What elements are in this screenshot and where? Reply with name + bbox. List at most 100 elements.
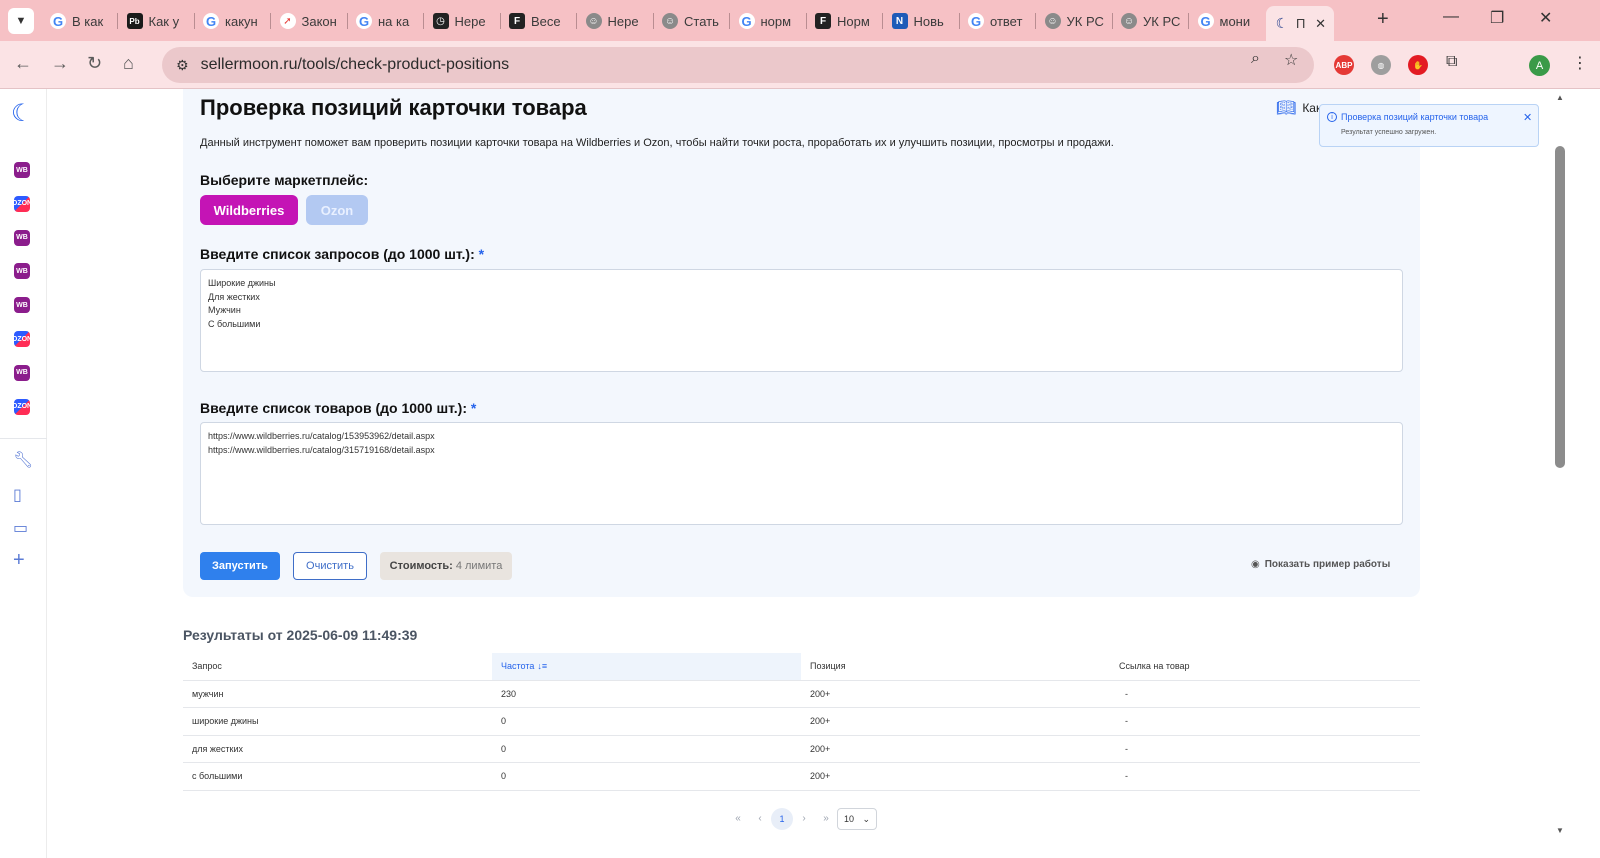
browser-tab[interactable]: ☺ Стать xyxy=(654,6,728,36)
moon-icon: ☾ xyxy=(1275,15,1289,31)
tab-active[interactable]: ☾ П ✕ xyxy=(1266,6,1334,41)
last-page-icon[interactable]: » xyxy=(815,813,837,824)
products-label: Введите список товаров (до 1000 шт.): * xyxy=(200,400,476,416)
adblock-extension-icon[interactable]: ABP xyxy=(1334,55,1354,75)
next-page-icon[interactable]: › xyxy=(793,813,815,824)
close-icon[interactable]: ✕ xyxy=(1523,111,1532,124)
wildberries-shortcut[interactable]: WB xyxy=(14,297,30,314)
cell-link[interactable]: - xyxy=(1110,707,1420,736)
show-example-link[interactable]: ◉ Показать пример работы xyxy=(1251,559,1390,570)
restore-button[interactable]: ❐ xyxy=(1490,8,1504,28)
browser-tab[interactable]: N Новь xyxy=(884,6,958,36)
guide-link[interactable]: 📖︎ Как xyxy=(1276,98,1321,118)
column-header-link[interactable]: Ссылка на товар xyxy=(1110,653,1420,681)
browser-tab[interactable]: Gна ка xyxy=(348,6,422,36)
cell-link[interactable]: - xyxy=(1110,762,1420,791)
minimize-button[interactable]: — xyxy=(1443,8,1459,26)
back-arrow-icon[interactable]: ← xyxy=(14,53,32,74)
wildberries-shortcut[interactable]: WB xyxy=(14,162,30,178)
page-size-select[interactable]: 10 ⌄ xyxy=(837,808,877,830)
browser-menu-icon[interactable]: ⋮ xyxy=(1572,53,1588,73)
browser-tab[interactable]: ☺ УК РС xyxy=(1037,6,1111,36)
browser-tab[interactable]: Gкакун xyxy=(195,6,269,36)
add-icon[interactable]: + xyxy=(13,549,25,572)
ozon-shortcut[interactable]: OZON xyxy=(12,398,32,415)
cell-link[interactable]: - xyxy=(1110,735,1420,763)
column-header-frequency[interactable]: Частота ↓≡ xyxy=(492,653,801,681)
first-page-icon[interactable]: « xyxy=(727,813,749,824)
site-info-icon[interactable]: ⚙ xyxy=(176,57,189,74)
scroll-down-icon[interactable]: ▼ xyxy=(1556,826,1564,835)
tab-label: Весе xyxy=(531,13,561,29)
hand-extension-icon[interactable]: ✋ xyxy=(1408,55,1428,75)
home-icon[interactable]: ⌂ xyxy=(123,53,134,74)
browser-tab[interactable]: ☺ УК РС xyxy=(1113,6,1187,36)
browser-tab[interactable]: Gнорм xyxy=(731,6,805,36)
browser-tab[interactable]: F Весе xyxy=(501,6,575,36)
product-line: https://www.wildberries.ru/catalog/31571… xyxy=(208,444,435,455)
tab-label: норм xyxy=(760,13,792,29)
browser-tab[interactable]: Gмони xyxy=(1190,6,1264,36)
cost-label: Стоимость: xyxy=(389,560,453,572)
document-icon[interactable]: ▯ xyxy=(13,485,22,505)
current-page-button[interactable]: 1 xyxy=(771,807,793,830)
product-line: https://www.wildberries.ru/catalog/15395… xyxy=(208,431,435,441)
run-button[interactable]: Запустить xyxy=(200,552,280,580)
browser-tab[interactable]: ◷ Нере xyxy=(425,6,499,36)
profile-icon: ☺ xyxy=(662,13,678,29)
cell-position: 200+ xyxy=(801,735,1110,763)
sellermoon-logo-icon[interactable]: ☾ xyxy=(11,99,33,128)
tab-label: Стать xyxy=(684,13,719,29)
query-line: С большими xyxy=(208,318,261,329)
cell-link[interactable]: - xyxy=(1110,680,1420,708)
sort-descending-icon[interactable]: ↓≡ xyxy=(537,661,547,671)
ozon-shortcut[interactable]: OZON xyxy=(12,331,32,347)
ozon-button[interactable]: Ozon xyxy=(306,195,368,225)
bookmark-star-icon[interactable]: ☆ xyxy=(1284,50,1298,70)
table-row: широкие джины 0 200+ - xyxy=(183,707,1420,736)
url-text[interactable]: sellermoon.ru/tools/check-product-positi… xyxy=(201,56,510,74)
clear-button[interactable]: Очистить xyxy=(293,552,367,580)
extensions-puzzle-icon[interactable]: ⧉ xyxy=(1446,53,1457,71)
profile-avatar[interactable]: A xyxy=(1529,55,1550,76)
queries-textarea[interactable]: Широкие джины Для жестких Мужчин С больш… xyxy=(200,269,1403,372)
ozon-shortcut[interactable]: OZON xyxy=(12,195,32,212)
wildberries-shortcut[interactable]: WB xyxy=(14,263,30,280)
tab-search-button[interactable]: ▼ xyxy=(8,8,34,34)
products-label-text: Введите список товаров (до 1000 шт.): xyxy=(200,400,467,416)
zoom-icon[interactable]: ⌕ xyxy=(1251,50,1260,68)
address-bar[interactable]: ⚙ sellermoon.ru/tools/check-product-posi… xyxy=(162,47,1314,83)
reload-icon[interactable]: ↻ xyxy=(87,53,102,74)
tab-label: ответ xyxy=(990,13,1023,29)
tab-label: Как у xyxy=(148,13,180,29)
wrench-icon[interactable]: 🔧︎ xyxy=(13,450,33,470)
new-tab-button[interactable]: + xyxy=(1377,8,1389,31)
column-header-query[interactable]: Запрос xyxy=(183,653,492,681)
queries-label: Введите список запросов (до 1000 шт.): * xyxy=(200,246,484,262)
google-icon: G xyxy=(968,13,984,29)
wildberries-button[interactable]: Wildberries xyxy=(200,195,298,225)
wildberries-shortcut[interactable]: WB xyxy=(14,229,30,246)
browser-tab[interactable]: F Норм xyxy=(807,6,881,36)
wildberries-shortcut[interactable]: WB xyxy=(14,364,30,381)
browser-tab[interactable]: ☺ Нере xyxy=(578,6,652,36)
close-window-button[interactable]: ✕ xyxy=(1539,8,1552,28)
tab-label: на ка xyxy=(378,13,410,29)
scroll-up-icon[interactable]: ▲ xyxy=(1556,93,1564,102)
ticket-icon[interactable]: ▭ xyxy=(13,518,28,538)
browser-tab[interactable]: Gответ xyxy=(960,6,1034,36)
profile-icon: ☺ xyxy=(585,13,602,29)
forward-arrow-icon[interactable]: → xyxy=(51,53,69,74)
browser-tab[interactable]: Pb Как у xyxy=(119,6,193,36)
column-header-position[interactable]: Позиция xyxy=(801,653,1110,681)
globe-extension-icon[interactable]: ◍ xyxy=(1371,55,1391,75)
blue-logo-icon: N xyxy=(891,13,908,29)
close-tab-icon[interactable]: ✕ xyxy=(1315,16,1326,32)
products-textarea[interactable]: https://www.wildberries.ru/catalog/15395… xyxy=(200,422,1403,525)
scrollbar-thumb[interactable] xyxy=(1555,146,1565,468)
tool-description: Данный инструмент поможет вам проверить … xyxy=(200,137,1114,149)
browser-tab[interactable]: G В как xyxy=(42,6,116,36)
google-icon: G xyxy=(203,13,219,29)
browser-tab[interactable]: ➚ Закон xyxy=(272,6,346,36)
prev-page-icon[interactable]: ‹ xyxy=(749,813,771,824)
